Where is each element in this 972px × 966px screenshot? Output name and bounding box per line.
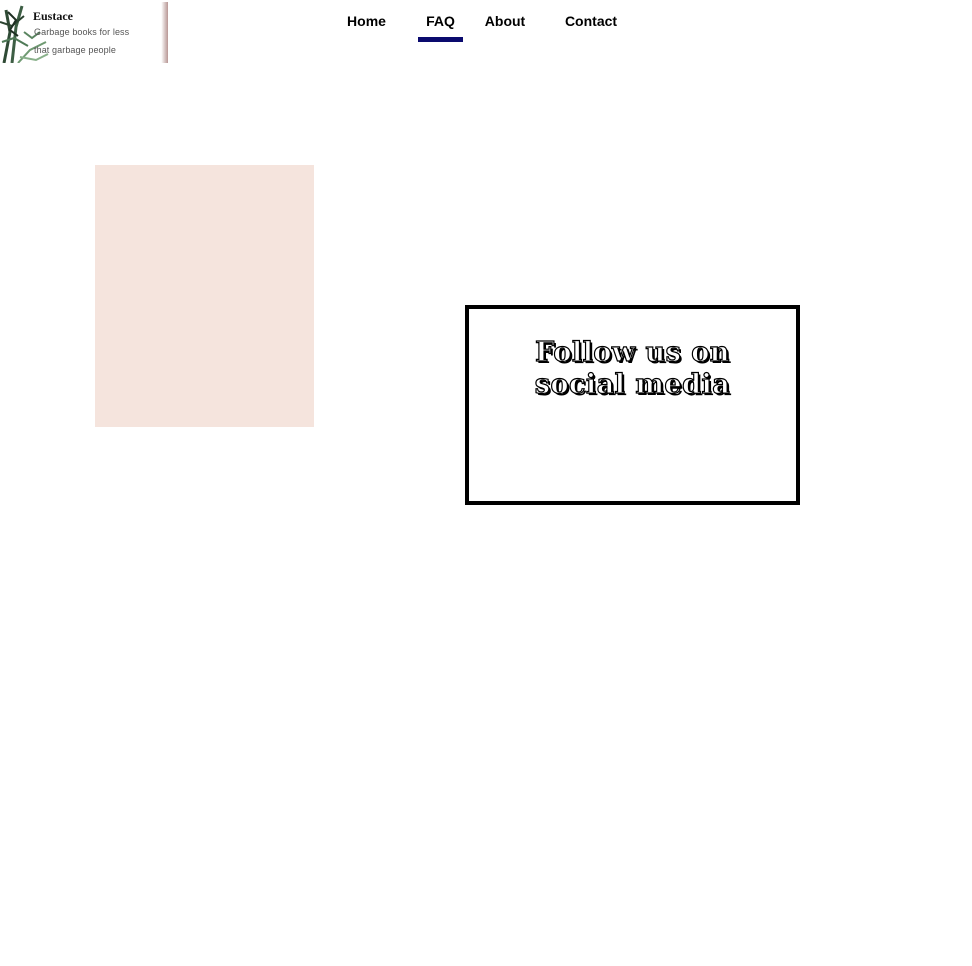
social-heading-line2: social media <box>534 368 731 400</box>
social-heading: Follow us on social media <box>469 336 796 401</box>
logo-tagline-line1: Garbage books for less <box>34 27 130 37</box>
main-navigation: Home FAQ About Contact <box>330 0 628 42</box>
nav-about-link[interactable]: About <box>470 0 540 42</box>
nav-contact-link[interactable]: Contact <box>554 0 628 42</box>
logo-tagline-line2: that garbage people <box>34 45 116 55</box>
pink-content-panel <box>95 165 314 427</box>
site-logo[interactable]: Eustace Garbage books for less that garb… <box>0 2 168 63</box>
social-media-box: Follow us on social media <box>465 305 800 505</box>
social-heading-line1: Follow us on <box>535 336 730 368</box>
page: Eustace Garbage books for less that garb… <box>0 0 972 966</box>
nav-home-link[interactable]: Home <box>330 0 403 42</box>
nav-faq-link[interactable]: FAQ <box>418 0 463 42</box>
logo-title: Eustace <box>33 9 73 23</box>
